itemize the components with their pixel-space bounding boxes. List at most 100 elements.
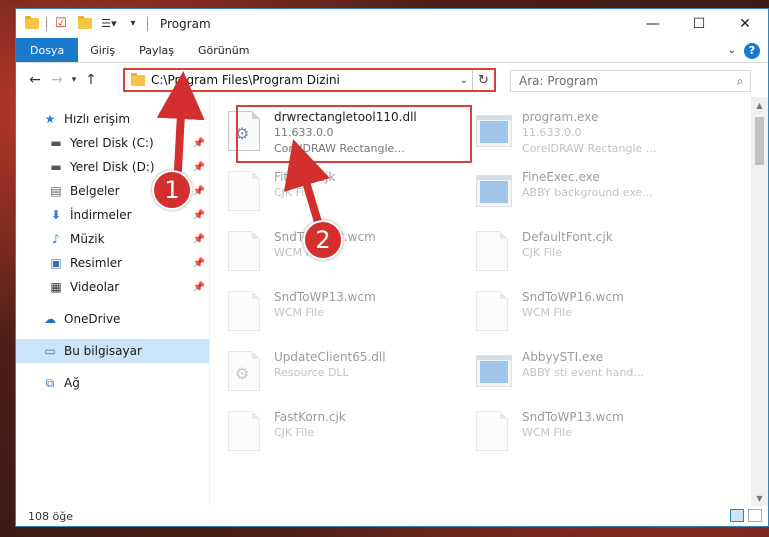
scroll-thumb[interactable] <box>755 117 764 165</box>
pin-icon[interactable]: 📌 <box>193 138 205 149</box>
exe-icon <box>476 171 512 217</box>
nav-label: Hızlı erişim <box>64 112 131 126</box>
tab-view[interactable]: Görünüm <box>186 38 261 62</box>
file-item[interactable]: SndToWP16.wcm WCM File <box>468 285 708 343</box>
recent-locations-icon[interactable]: ▾ <box>68 69 80 91</box>
search-box[interactable]: ⌕ <box>510 70 751 92</box>
file-icon <box>228 291 264 337</box>
pin-icon[interactable]: 📌 <box>193 186 205 197</box>
file-name: FineExec.exe <box>522 170 600 184</box>
pin-icon[interactable]: 📌 <box>193 258 205 269</box>
nav-label: Resimler <box>70 256 123 270</box>
nav-item-this-pc[interactable]: ▭ Bu bilgisayar <box>16 339 209 363</box>
search-input[interactable] <box>519 74 730 88</box>
file-item[interactable]: SndToWP13.wcm WCM File <box>468 405 708 463</box>
minimize-button[interactable]: — <box>630 9 676 38</box>
details-view-icon[interactable] <box>730 509 744 522</box>
item-count: 108 öğe <box>28 509 73 523</box>
file-type: Resource DLL <box>274 366 349 379</box>
maximize-button[interactable]: ☐ <box>676 9 722 38</box>
file-type: WCM File <box>522 306 572 319</box>
file-item[interactable]: program.exe 11.633.0.0 CorelDRAW Rectang… <box>468 105 708 163</box>
file-type: ABBY background exe... <box>522 186 653 199</box>
file-item[interactable]: DefaultFont.cjk CJK File <box>468 225 708 283</box>
nav-item-pictures[interactable]: ▣ Resimler 📌 <box>16 251 209 275</box>
pin-icon[interactable]: 📌 <box>193 282 205 293</box>
pin-icon[interactable]: 📌 <box>193 210 205 221</box>
star-icon: ★ <box>44 112 56 126</box>
file-name: Fitman.cjk <box>274 170 336 184</box>
file-type: WCM File <box>522 426 572 439</box>
video-icon: ▦ <box>50 280 62 294</box>
file-description: CorelDRAW Rectangle ... <box>522 142 657 155</box>
address-dropdown-icon[interactable]: ⌄ <box>456 75 472 86</box>
tab-home[interactable]: Giriş <box>78 38 127 62</box>
file-item[interactable]: FineExec.exe ABBY background exe... <box>468 165 708 223</box>
file-name: AbbyySTI.exe <box>522 350 604 364</box>
tab-file[interactable]: Dosya <box>16 38 79 62</box>
nav-item-quick-access[interactable]: ★ Hızlı erişim <box>16 107 209 131</box>
pin-icon[interactable]: 📌 <box>193 234 205 245</box>
help-icon[interactable]: ? <box>744 42 760 59</box>
nav-label: Bu bilgisayar <box>64 344 142 358</box>
file-item[interactable]: Fitman.cjk CJK File <box>220 165 460 223</box>
step-2-badge: 2 <box>303 220 343 260</box>
divider <box>147 16 148 31</box>
view-options-icon[interactable]: ☰▾ <box>101 16 117 32</box>
nav-label: Müzik <box>70 232 105 246</box>
file-name: program.exe <box>522 110 599 124</box>
address-path[interactable]: C:\Program Files\Program Dizini <box>151 73 456 87</box>
navigation-pane: ★ Hızlı erişim ▬ Yerel Disk (C:) 📌 ▬ Yer… <box>16 97 210 506</box>
pin-icon[interactable]: 📌 <box>193 162 205 173</box>
nav-label: Belgeler <box>70 184 120 198</box>
file-name: SndToWP13.wcm <box>522 410 624 424</box>
divider <box>46 16 47 31</box>
file-item[interactable]: AbbyySTI.exe ABBY sti event hand... <box>468 345 708 403</box>
scroll-up-icon[interactable]: ▲ <box>751 97 768 113</box>
address-bar[interactable]: C:\Program Files\Program Dizini ⌄ ↻ <box>123 68 496 92</box>
file-type: WCM File <box>274 306 324 319</box>
up-arrow-icon[interactable]: ↑ <box>80 69 102 91</box>
back-arrow-icon[interactable]: ← <box>24 69 46 91</box>
search-icon[interactable]: ⌕ <box>730 74 750 89</box>
selected-file-highlight <box>236 105 472 163</box>
nav-item-onedrive[interactable]: ☁ OneDrive <box>16 307 209 331</box>
vertical-scrollbar[interactable]: ▲ ▼ <box>751 97 768 506</box>
file-name: SndToWP13.wcm <box>274 290 376 304</box>
ribbon-controls: ⌄ ? <box>728 38 768 63</box>
file-item[interactable]: ⚙ UpdateClient65.dll Resource DLL <box>220 345 460 403</box>
file-name: SndToWP16.wcm <box>522 290 624 304</box>
file-type: ABBY sti event hand... <box>522 366 644 379</box>
file-type: CJK File <box>274 426 315 439</box>
file-name: DefaultFont.cjk <box>522 230 613 244</box>
expand-ribbon-icon[interactable]: ⌄ <box>728 45 736 56</box>
folder-icon <box>24 16 40 32</box>
file-icon <box>476 411 512 457</box>
nav-label: İndirmeler <box>70 208 132 222</box>
exe-icon <box>476 111 512 157</box>
nav-item-disk-c[interactable]: ▬ Yerel Disk (C:) 📌 <box>16 131 209 155</box>
nav-item-network[interactable]: ⧉ Ağ <box>16 371 209 395</box>
new-folder-icon[interactable] <box>77 16 93 32</box>
file-icon <box>476 291 512 337</box>
computer-icon: ▭ <box>44 344 56 358</box>
file-item[interactable]: FastKorn.cjk CJK File <box>220 405 460 463</box>
forward-arrow-icon[interactable]: → <box>46 69 68 91</box>
nav-label: Yerel Disk (C:) <box>70 136 154 150</box>
close-button[interactable]: ✕ <box>722 9 768 38</box>
file-item[interactable]: SndToWP13.wcm WCM File <box>220 285 460 343</box>
customize-quick-access-icon[interactable]: ▾ <box>125 16 141 32</box>
music-icon: ♪ <box>52 232 60 246</box>
view-switcher <box>730 509 762 522</box>
large-icons-view-icon[interactable] <box>748 509 762 522</box>
step-1-badge: 1 <box>152 170 192 210</box>
address-row: ← → ▾ ↑ C:\Program Files\Program Dizini … <box>16 63 768 97</box>
properties-icon[interactable]: ☑ <box>53 16 69 32</box>
file-name: UpdateClient65.dll <box>274 350 386 364</box>
scroll-down-icon[interactable]: ▼ <box>751 490 768 506</box>
tab-share[interactable]: Paylaş <box>127 38 186 62</box>
nav-item-videos[interactable]: ▦ Videolar 📌 <box>16 275 209 299</box>
file-type: CJK File <box>522 246 563 259</box>
nav-item-music[interactable]: ♪ Müzik 📌 <box>16 227 209 251</box>
refresh-icon[interactable]: ↻ <box>472 70 494 90</box>
